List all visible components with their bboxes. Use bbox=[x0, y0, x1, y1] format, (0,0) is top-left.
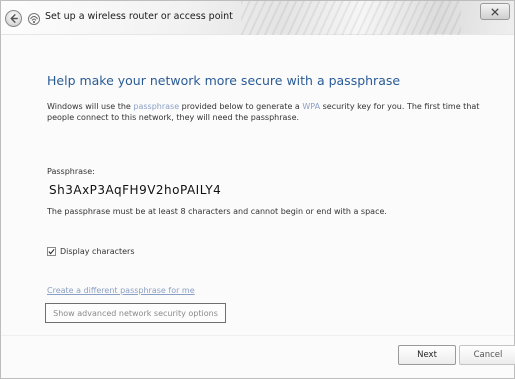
back-arrow-icon bbox=[10, 14, 18, 23]
page-heading: Help make your network more secure with … bbox=[47, 73, 401, 88]
window-title: Set up a wireless router or access point bbox=[45, 11, 233, 22]
title-bar: Set up a wireless router or access point bbox=[1, 1, 514, 35]
back-button[interactable] bbox=[5, 10, 22, 27]
display-characters-row[interactable]: Display characters bbox=[47, 247, 135, 256]
glass-texture bbox=[241, 1, 461, 35]
passphrase-help-link[interactable]: passphrase bbox=[133, 102, 179, 111]
different-passphrase-link[interactable]: Create a different passphrase for me bbox=[47, 286, 195, 295]
description-part-2: provided below to generate a bbox=[179, 102, 303, 111]
wizard-window: Set up a wireless router or access point… bbox=[0, 0, 515, 379]
advanced-security-options-button[interactable]: Show advanced network security options bbox=[45, 303, 226, 323]
check-icon bbox=[48, 248, 55, 255]
display-characters-checkbox[interactable] bbox=[47, 247, 56, 256]
wizard-content: Help make your network more secure with … bbox=[1, 35, 515, 379]
description-part-1: Windows will use the bbox=[47, 102, 134, 111]
close-icon bbox=[491, 7, 499, 16]
next-button[interactable]: Next bbox=[398, 345, 456, 365]
network-wizard-icon bbox=[28, 13, 40, 25]
display-characters-label: Display characters bbox=[60, 247, 135, 256]
cancel-button[interactable]: Cancel bbox=[459, 345, 515, 365]
passphrase-label: Passphrase: bbox=[47, 167, 95, 176]
passphrase-requirements-note: The passphrase must be at least 8 charac… bbox=[47, 207, 387, 216]
close-button[interactable] bbox=[480, 3, 510, 20]
footer-divider bbox=[1, 335, 514, 336]
description-text: Windows will use the passphrase provided… bbox=[47, 101, 487, 123]
wpa-help-link[interactable]: WPA bbox=[302, 102, 320, 111]
passphrase-value[interactable]: Sh3AxP3AqFH9V2hoPAILY4 bbox=[49, 183, 221, 197]
